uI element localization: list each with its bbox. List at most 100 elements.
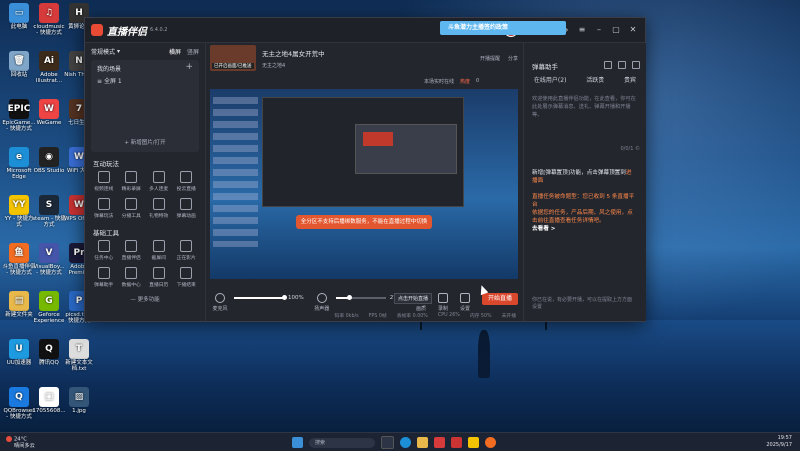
wps-icon[interactable] [451, 437, 462, 448]
settings-icon[interactable] [618, 61, 626, 69]
interactive-item[interactable]: 多人连麦 [146, 171, 172, 192]
desktop-icon-label: Adobe Illustrat... [35, 72, 63, 84]
scene-item[interactable]: ≡ 全屏 1 [97, 76, 122, 85]
desktop-icon[interactable]: □ 17055608... [32, 387, 66, 414]
interactive-icon [97, 198, 110, 210]
desktop-icon[interactable]: T 新建文本文档.txt [62, 339, 96, 372]
menu-icon[interactable]: ≡ [578, 26, 586, 34]
desktop-app-icon: ♫ [39, 3, 59, 23]
add-source-button[interactable]: + 新增图片/打开 [91, 138, 199, 146]
desktop-app-icon: 鱼 [9, 243, 29, 263]
taskbar-search[interactable]: 搜索 [309, 437, 375, 448]
pin-icon[interactable] [604, 61, 612, 69]
center-panel: 已开启画面/已推送 无主之地4属女开荒中 无主之地4 开播提醒 分享 本场实时在… [206, 43, 522, 321]
tool-item[interactable]: 下播结束 [174, 267, 200, 288]
preview-canvas[interactable]: 全分区不支持后播绑数服务，不能在直播过程中切换 [210, 89, 518, 279]
desktop-icon[interactable]: 🗑 回收站 [2, 51, 36, 78]
close-icon[interactable]: ✕ [629, 26, 637, 34]
interactive-item[interactable]: 投云直播 [174, 171, 200, 192]
desktop-icon[interactable]: Ssteam - 快捷方式 [32, 195, 66, 228]
desktop-app-icon: YY [9, 195, 29, 215]
popout-icon[interactable] [632, 61, 640, 69]
desktop-app-icon: ◉ [39, 147, 59, 167]
start-live-button[interactable]: 开始直播 [482, 293, 518, 305]
desktop-icon[interactable]: YY YY - 快捷方式 [2, 195, 36, 228]
interactive-label: 多人连麦 [149, 187, 169, 192]
tool-item[interactable]: 数据中心 [119, 267, 145, 288]
tab-portrait[interactable]: 竖屏 [187, 47, 199, 56]
interactive-item[interactable]: 弹幕玩法 [91, 198, 117, 219]
edge-icon[interactable] [400, 437, 411, 448]
desktop-app-icon: e [9, 147, 29, 167]
desktop-icon[interactable]: ▭ 此电脑 [2, 3, 36, 30]
tab-vip[interactable]: 贵宾 [624, 75, 636, 84]
desktop-icon-label: WeGame [36, 120, 62, 126]
desktop-icon[interactable]: G Geforce Experience [32, 291, 66, 324]
go-look-link[interactable]: 去看看 > [532, 225, 636, 233]
desktop-icon-label: OBS Studio [33, 168, 65, 174]
desktop-icon[interactable]: ♫ cloudmusic - 快捷方式 [32, 3, 66, 36]
desktop-icon[interactable]: ▤ 新建文件夹 [2, 291, 36, 318]
tool-icon [180, 240, 193, 252]
mic-volume-slider[interactable] [234, 295, 287, 300]
desktop-icon[interactable]: e Microsoft Edge [2, 147, 36, 180]
interactive-item[interactable]: 礼物特效 [146, 198, 172, 219]
system-clock[interactable]: 19:57 2025/9/17 [766, 435, 792, 448]
tools-title: 基础工具 [93, 229, 119, 237]
share-button[interactable]: 分享 [508, 55, 518, 62]
task-view-icon[interactable] [381, 436, 394, 449]
weather-widget[interactable]: 24°C 晴间多云 [6, 436, 35, 449]
yy-icon[interactable] [468, 437, 479, 448]
interactive-item[interactable]: 弹幕动画 [174, 198, 200, 219]
room-title[interactable]: 无主之地4属女开荒中 [262, 48, 325, 58]
clock-date: 2025/9/17 [766, 441, 792, 448]
netease-icon[interactable] [434, 437, 445, 448]
file-explorer-icon[interactable] [417, 437, 428, 448]
room-category[interactable]: 无主之地4 [262, 62, 325, 69]
desktop-icon[interactable]: Q 腾讯QQ [32, 339, 66, 366]
maximize-icon[interactable]: ▢ [612, 26, 620, 34]
desktop-app-icon: ▤ [9, 291, 29, 311]
weather-icon [6, 436, 12, 442]
desktop-icon[interactable]: Ai Adobe Illustrat... [32, 51, 66, 84]
minimize-icon[interactable]: – [595, 26, 603, 34]
mode-select[interactable]: 常规模式 [91, 47, 115, 56]
tool-item[interactable]: 任务中心 [91, 240, 117, 261]
douyu-icon[interactable] [485, 437, 496, 448]
tab-online-users[interactable]: 在线用户(2) [534, 75, 567, 84]
tool-item[interactable]: 直播伴侣 [119, 240, 145, 261]
interactive-icon [180, 171, 193, 183]
tool-label: 正在影片 [176, 256, 196, 261]
desktop-icon[interactable]: ◉ OBS Studio [32, 147, 66, 174]
desktop-icon-label: 斗鱼直播伴侣 - 快捷方式 [2, 264, 36, 276]
online-label: 本场实时在线 [424, 79, 455, 85]
windows-start-icon[interactable] [292, 437, 303, 448]
chevron-down-icon[interactable]: ▾ [117, 48, 120, 55]
tool-item[interactable]: 弹幕助手 [91, 267, 117, 288]
desktop-icon[interactable]: EPIC EpicGame... - 快捷方式 [2, 99, 36, 132]
desktop-icon[interactable]: U UU加速器 [2, 339, 36, 366]
desktop-icon[interactable]: 鱼斗鱼直播伴侣 - 快捷方式 [2, 243, 36, 276]
interactive-icon [125, 171, 138, 183]
tool-item[interactable]: 截屏间 [146, 240, 172, 261]
remind-button[interactable]: 开播提醒 [480, 55, 500, 62]
desktop-icon[interactable]: W WeGame [32, 99, 66, 126]
interactive-item[interactable]: 精彩录屏 [119, 171, 145, 192]
promo-banner[interactable]: 斗鱼潜力主播签约政策 [440, 21, 566, 35]
speaker-volume-slider[interactable] [335, 295, 386, 300]
tool-label: 截屏间 [151, 256, 166, 261]
room-thumbnail[interactable]: 已开启画面/已推送 [210, 45, 256, 71]
interactive-item[interactable]: 视频连线 [91, 171, 117, 192]
desktop-icon[interactable]: ▨ 1.jpg [62, 387, 96, 414]
desktop-icon-label: 17055608... [32, 408, 66, 414]
more-features-link[interactable]: — 更多功能 [85, 295, 205, 303]
tool-label: 弹幕助手 [94, 283, 114, 288]
tool-item[interactable]: 直播日历 [146, 267, 172, 288]
interactive-item[interactable]: 分播工具 [119, 198, 145, 219]
desktop-icon[interactable]: Q QQBrowser - 快捷方式 [2, 387, 36, 420]
tool-item[interactable]: 正在影片 [174, 240, 200, 261]
tab-landscape[interactable]: 横屏 [169, 47, 181, 56]
desktop-icon[interactable]: V VisualBoy... - 快捷方式 [32, 243, 66, 276]
tab-active[interactable]: 活跃贵 [586, 75, 604, 84]
add-scene-icon[interactable]: + [185, 62, 193, 72]
